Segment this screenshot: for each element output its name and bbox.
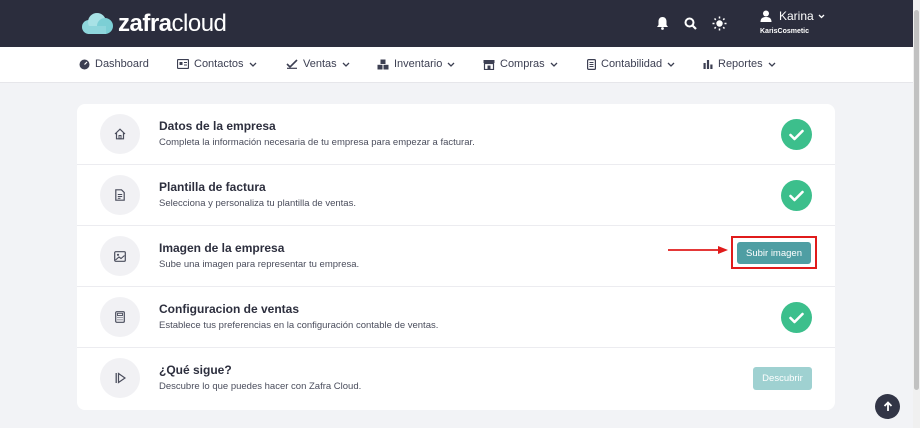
step-title: Plantilla de factura: [159, 180, 266, 194]
setup-step-company-data[interactable]: Datos de la empresa Completa la informac…: [77, 104, 835, 165]
user-company: KarisCosmetic: [760, 28, 810, 35]
sun-icon[interactable]: [711, 15, 727, 31]
nav-item-label: Contabilidad: [601, 58, 663, 70]
logo[interactable]: zafra cloud: [80, 10, 227, 38]
search-icon[interactable]: [682, 15, 698, 31]
step-title: Datos de la empresa: [159, 119, 276, 133]
logo-text-bold: zafra: [118, 10, 172, 37]
calculator-icon: [100, 297, 140, 337]
check-icon: [781, 302, 812, 333]
play-icon: [100, 358, 140, 398]
nav-item-contactos[interactable]: Contactos: [177, 58, 257, 70]
step-description: Selecciona y personaliza tu plantilla de…: [159, 198, 356, 209]
page-scrollbar[interactable]: [913, 0, 920, 428]
check-icon: [781, 119, 812, 150]
step-description: Descubre lo que puedes hacer con Zafra C…: [159, 381, 362, 392]
step-description: Sube una imagen para representar tu empr…: [159, 259, 360, 270]
setup-step-sales-config[interactable]: Configuracion de ventas Establece tus pr…: [77, 287, 835, 348]
arrow-up-icon: [883, 401, 892, 411]
nav-item-label: Compras: [500, 58, 545, 70]
setup-step-invoice-template[interactable]: Plantilla de factura Selecciona y person…: [77, 165, 835, 226]
home-icon: [100, 114, 140, 154]
setup-step-company-image[interactable]: Imagen de la empresa Sube una imagen par…: [77, 226, 835, 287]
nav-item-reportes[interactable]: Reportes: [703, 58, 776, 70]
chevron-down-icon: [249, 62, 256, 67]
setup-checklist-card: Datos de la empresa Completa la informac…: [77, 104, 835, 410]
user-icon: [760, 10, 772, 22]
upload-image-button[interactable]: Subir imagen: [737, 242, 811, 264]
chevron-down-icon: [667, 62, 675, 67]
store-icon: [483, 59, 495, 70]
chevron-down-icon: [768, 62, 776, 67]
user-menu[interactable]: Karina KarisCosmetic: [760, 9, 840, 35]
chevron-down-icon: [818, 14, 825, 18]
image-icon: [100, 236, 140, 276]
nav-item-label: Inventario: [394, 58, 443, 70]
nav-item-label: Ventas: [303, 58, 337, 70]
setup-step-whats-next[interactable]: ¿Qué sigue? Descubre lo que puedes hacer…: [77, 348, 835, 409]
step-description: Completa la información necesaria de tu …: [159, 137, 475, 148]
nav-item-inventario[interactable]: Inventario: [377, 58, 455, 70]
ledger-icon: [587, 58, 596, 70]
chevron-down-icon: [550, 62, 558, 67]
nav-item-label: Reportes: [718, 58, 763, 70]
chevron-down-icon: [447, 62, 455, 67]
step-title: Configuracion de ventas: [159, 302, 300, 316]
bar-chart-icon: [703, 60, 713, 69]
nav-item-contabilidad[interactable]: Contabilidad: [587, 58, 675, 70]
user-name: Karina: [779, 9, 814, 23]
check-icon: [781, 180, 812, 211]
bell-icon[interactable]: [654, 15, 670, 31]
nav-item-label: Dashboard: [95, 58, 149, 70]
nav-item-compras[interactable]: Compras: [483, 58, 558, 70]
nav-item-dashboard[interactable]: Dashboard: [79, 58, 149, 70]
sales-icon: [286, 59, 298, 69]
document-icon: [100, 175, 140, 215]
step-title: ¿Qué sigue?: [159, 363, 232, 377]
red-arrow-annotation: [668, 246, 728, 254]
step-title: Imagen de la empresa: [159, 241, 285, 255]
dashboard-icon: [79, 59, 90, 69]
cloud-logo-icon: [82, 13, 113, 34]
discover-button[interactable]: Descubrir: [753, 367, 812, 390]
top-bar: zafra cloud Karina KarisCosmetic: [0, 0, 920, 47]
inventory-boxes-icon: [377, 59, 389, 69]
step-description: Establece tus preferencias en la configu…: [159, 320, 439, 331]
main-nav: Dashboard Contactos Ventas Inventario Co…: [0, 47, 920, 83]
contacts-card-icon: [177, 59, 189, 69]
nav-item-label: Contactos: [194, 58, 244, 70]
scroll-to-top-button[interactable]: [875, 394, 900, 419]
user-name-row: Karina: [760, 9, 840, 23]
logo-text-light: cloud: [171, 10, 227, 37]
scrollbar-thumb[interactable]: [914, 10, 919, 390]
nav-item-ventas[interactable]: Ventas: [286, 58, 350, 70]
chevron-down-icon: [342, 62, 350, 67]
